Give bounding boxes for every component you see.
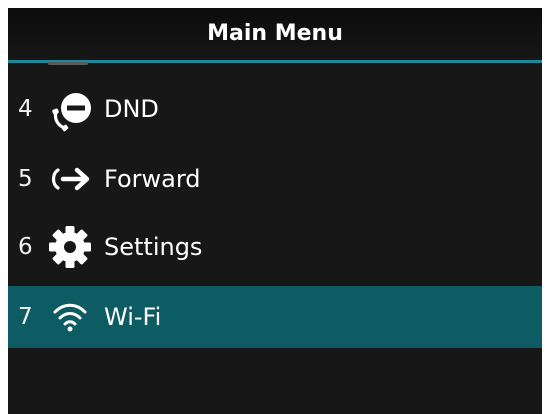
menu-item-dnd[interactable]: 4 DND	[8, 78, 542, 140]
menu-item-forward[interactable]: 5 Forward	[8, 148, 542, 210]
menu-item-label: Wi-Fi	[104, 303, 162, 331]
menu-item-label: Forward	[104, 165, 201, 193]
dnd-icon	[46, 86, 94, 132]
menu-item-number: 5	[18, 166, 33, 192]
page-title: Main Menu	[207, 21, 343, 46]
menu-item-number: 4	[18, 96, 33, 122]
menu-item-number: 7	[18, 304, 33, 330]
scroll-indicator	[48, 62, 88, 65]
menu-item-settings[interactable]: 6 Settings	[8, 216, 542, 278]
gear-icon	[46, 224, 94, 270]
menu-item-label: Settings	[104, 233, 203, 261]
menu-item-wifi[interactable]: 7 Wi-Fi	[8, 286, 542, 348]
phone-screen: Main Menu 4 DND 5 Forward 6 Settings 7 W…	[8, 8, 542, 414]
menu-item-number: 6	[18, 234, 33, 260]
wifi-icon	[46, 294, 94, 340]
header-bar: Main Menu	[8, 8, 542, 63]
forward-arrow-icon	[46, 156, 94, 202]
menu-item-label: DND	[104, 95, 159, 123]
